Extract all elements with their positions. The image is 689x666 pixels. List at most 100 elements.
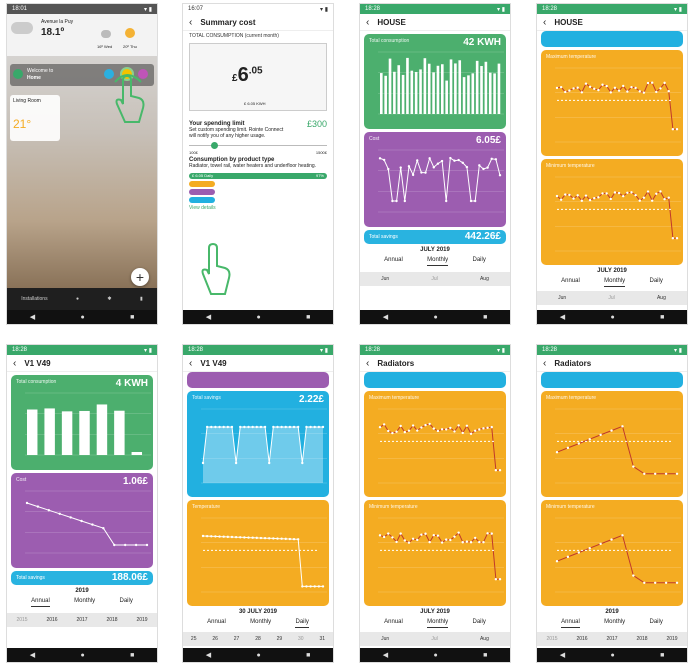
home-icon[interactable]: ● — [256, 314, 260, 321]
product-pill-radiators[interactable]: £ 6.05 Daily 97% — [189, 173, 327, 179]
back-icon[interactable]: ◀ — [560, 313, 565, 321]
stats-icon[interactable]: ▮ — [140, 296, 143, 302]
date-item[interactable]: Jul — [608, 295, 614, 301]
date-item[interactable]: 2017 — [76, 617, 87, 623]
date-item[interactable]: 28 — [255, 636, 261, 642]
back-arrow-icon[interactable]: ‹ — [543, 358, 546, 369]
tab-daily[interactable]: Daily — [472, 619, 485, 628]
savings-card[interactable]: Total savings 2.22£ — [187, 391, 329, 497]
tab-annual[interactable]: Annual — [384, 257, 403, 266]
back-icon[interactable]: ◀ — [383, 651, 388, 659]
date-item[interactable]: 2016 — [46, 617, 57, 623]
recents-icon[interactable]: ■ — [483, 314, 487, 321]
date-item[interactable]: Jun — [381, 276, 389, 282]
date-item[interactable]: Jun — [558, 295, 566, 301]
recents-icon[interactable]: ■ — [483, 652, 487, 659]
recents-icon[interactable]: ■ — [130, 314, 134, 321]
home-icon[interactable]: ● — [610, 652, 614, 659]
date-item[interactable]: 2019 — [136, 617, 147, 623]
tab-daily[interactable]: Daily — [649, 278, 662, 287]
recents-icon[interactable]: ■ — [660, 652, 664, 659]
tab-daily[interactable]: Daily — [295, 619, 309, 628]
date-item[interactable]: 2018 — [106, 617, 117, 623]
savings-card-partial[interactable] — [364, 372, 506, 388]
recents-icon[interactable]: ■ — [306, 652, 310, 659]
back-icon[interactable]: ◀ — [560, 651, 565, 659]
date-item[interactable]: 30 — [298, 636, 304, 642]
back-icon[interactable]: ◀ — [206, 651, 211, 659]
tab-annual[interactable]: Annual — [31, 598, 50, 607]
back-arrow-icon[interactable]: ‹ — [366, 358, 369, 369]
tab-daily[interactable]: Daily — [119, 598, 132, 607]
recents-icon[interactable]: ■ — [130, 652, 134, 659]
back-icon[interactable]: ◀ — [206, 313, 211, 321]
product-pill-water[interactable] — [189, 189, 215, 195]
min-temp-card[interactable]: Minimum temperature — [364, 500, 506, 606]
date-item[interactable]: 25 — [191, 636, 197, 642]
date-item[interactable]: 2016 — [576, 636, 587, 642]
tab-daily[interactable]: Daily — [472, 257, 485, 266]
back-arrow-icon[interactable]: ‹ — [366, 17, 369, 28]
min-temp-card[interactable]: Minimum temperature — [541, 500, 683, 606]
date-item[interactable]: 2018 — [636, 636, 647, 642]
date-item[interactable]: 27 — [234, 636, 240, 642]
recents-icon[interactable]: ■ — [306, 314, 310, 321]
date-item[interactable]: 26 — [212, 636, 218, 642]
date-item[interactable]: 2015 — [546, 636, 557, 642]
cost-card[interactable]: Cost 6.05£ — [364, 132, 506, 227]
date-item[interactable]: 2015 — [16, 617, 27, 623]
home-icon[interactable]: ● — [80, 314, 84, 321]
date-item[interactable]: 31 — [319, 636, 325, 642]
home-icon[interactable]: ● — [256, 652, 260, 659]
back-arrow-icon[interactable]: ‹ — [13, 358, 16, 369]
tab-annual[interactable]: Annual — [384, 619, 403, 628]
bell-icon[interactable]: ● — [76, 296, 79, 302]
cost-card-partial[interactable] — [187, 372, 329, 388]
savings-card[interactable]: Total savings 188.06£ — [11, 571, 153, 585]
tab-monthly[interactable]: Monthly — [604, 278, 626, 287]
date-item[interactable]: Jul — [431, 636, 437, 642]
back-icon[interactable]: ◀ — [30, 313, 35, 321]
home-icon[interactable]: ● — [80, 652, 84, 659]
tab-monthly[interactable]: Monthly — [74, 598, 95, 607]
tab-annual[interactable]: Annual — [561, 619, 580, 628]
savings-card-partial[interactable] — [541, 31, 683, 47]
gear-icon[interactable]: ✱ — [107, 296, 111, 302]
limit-slider[interactable] — [189, 142, 327, 150]
tab-annual[interactable]: Annual — [561, 278, 580, 287]
date-item[interactable]: 29 — [277, 636, 283, 642]
tab-monthly[interactable]: Monthly — [250, 619, 271, 628]
consumption-card[interactable]: Total consumption 4 KWH — [11, 375, 153, 470]
back-arrow-icon[interactable]: ‹ — [189, 17, 192, 28]
max-temp-card[interactable]: Maximum temperature — [364, 391, 506, 497]
date-item[interactable]: Aug — [657, 295, 666, 301]
date-item[interactable]: Aug — [480, 636, 489, 642]
tab-monthly[interactable]: Monthly — [604, 619, 625, 628]
room-card-living-room[interactable]: Living Room 21° — [10, 95, 60, 141]
date-item[interactable]: Jul — [431, 276, 437, 282]
product-pill-towel[interactable] — [189, 181, 215, 187]
home-icon[interactable]: ● — [433, 652, 437, 659]
savings-card-partial[interactable] — [541, 372, 683, 388]
tab-monthly[interactable]: Monthly — [427, 257, 449, 266]
view-details-link[interactable]: View details — [189, 205, 327, 211]
tab-annual[interactable]: Annual — [207, 619, 226, 628]
slider-thumb[interactable] — [211, 142, 218, 149]
cost-card[interactable]: Cost 1.06£ — [11, 473, 153, 568]
back-arrow-icon[interactable]: ‹ — [189, 358, 192, 369]
date-item[interactable]: 2017 — [606, 636, 617, 642]
max-temp-card[interactable]: Maximum temperature — [541, 50, 683, 156]
recents-icon[interactable]: ■ — [660, 314, 664, 321]
tab-monthly[interactable]: Monthly — [427, 619, 449, 628]
home-icon[interactable]: ● — [610, 314, 614, 321]
date-item[interactable]: 2019 — [666, 636, 677, 642]
tab-daily[interactable]: Daily — [649, 619, 662, 628]
max-temp-card[interactable]: Maximum temperature — [541, 391, 683, 497]
add-button[interactable]: + — [131, 268, 149, 286]
nav-installations[interactable]: Installations — [21, 296, 47, 302]
back-arrow-icon[interactable]: ‹ — [543, 17, 546, 28]
power-icon[interactable] — [13, 69, 23, 79]
home-icon[interactable]: ● — [433, 314, 437, 321]
temperature-card[interactable]: Temperature — [187, 500, 329, 606]
date-item[interactable]: Jun — [381, 636, 389, 642]
